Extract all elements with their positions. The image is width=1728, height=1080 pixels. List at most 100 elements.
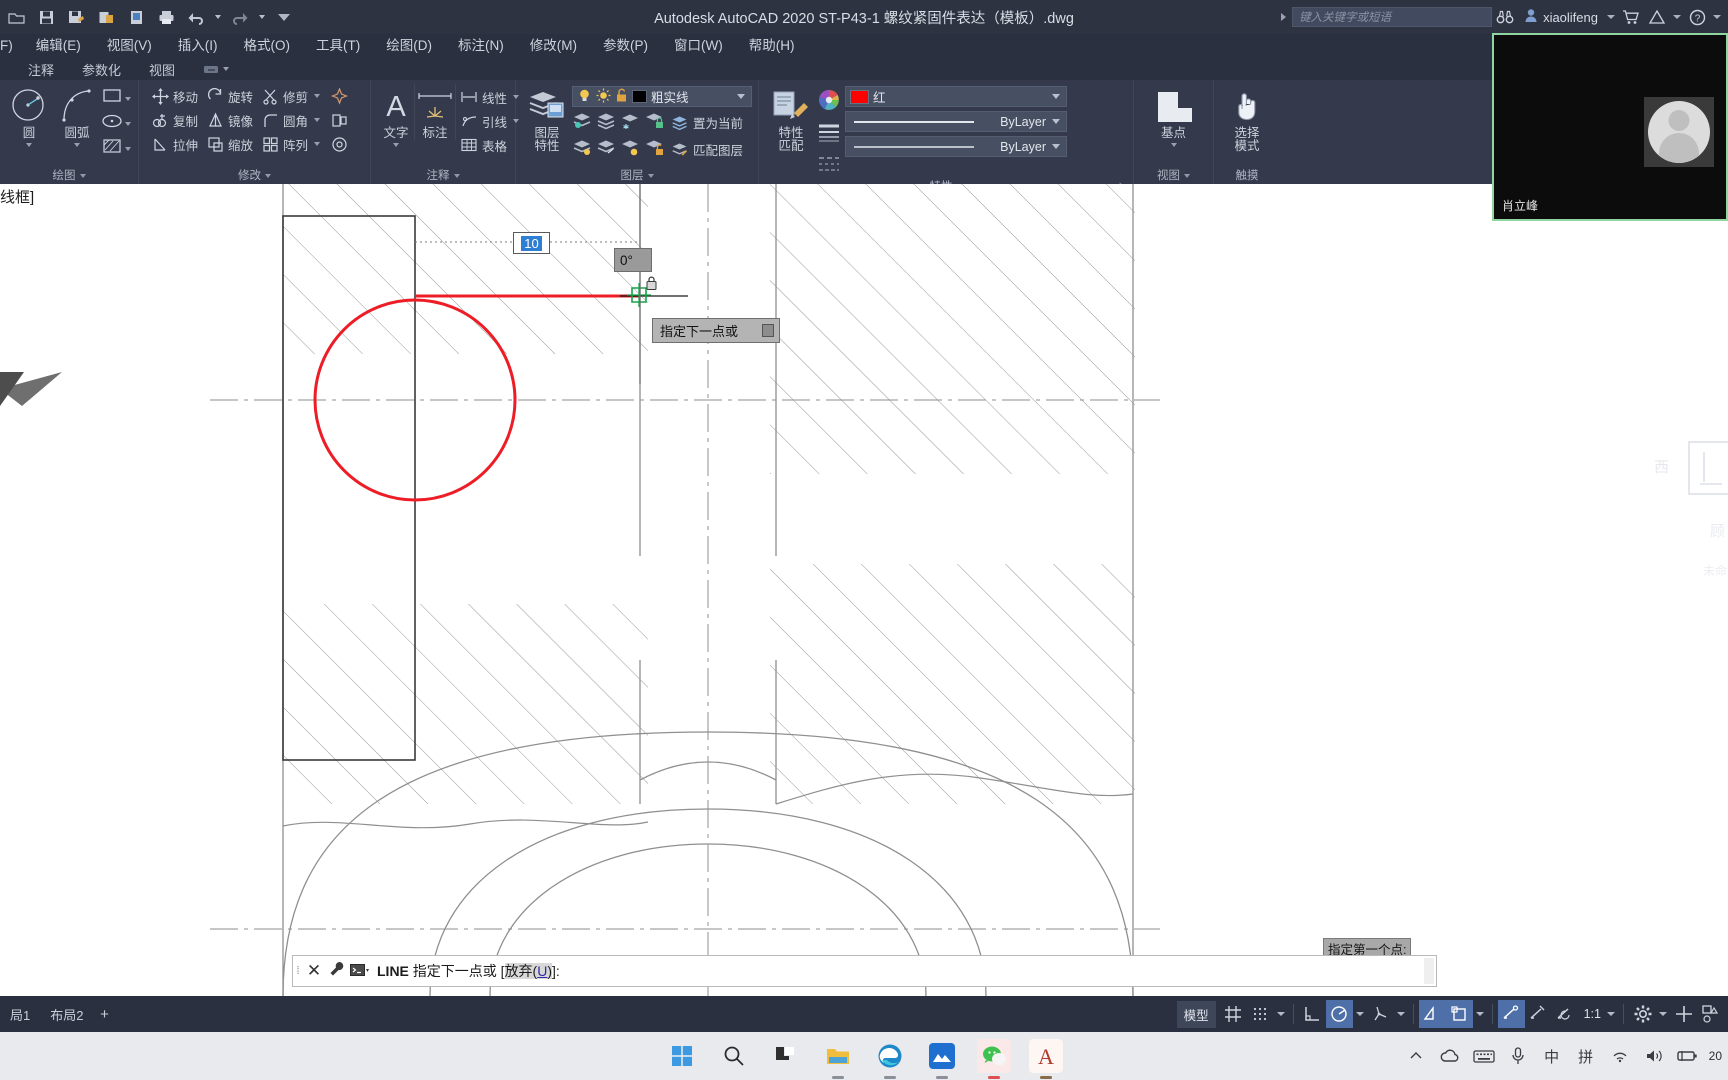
linewidth-icon[interactable] [817, 123, 841, 148]
customization-icon[interactable] [1697, 1000, 1724, 1028]
sun-icon[interactable] [596, 88, 611, 106]
mountain-icon[interactable] [925, 1039, 959, 1079]
snap-dropdown-caret[interactable] [1274, 1000, 1288, 1028]
transparency-icon[interactable] [1525, 1000, 1552, 1028]
menu-item-edit[interactable]: 编辑(E) [23, 34, 94, 58]
offset-button[interactable] [326, 108, 352, 132]
speaker-icon[interactable] [1637, 1032, 1671, 1080]
osnap-icon[interactable] [1445, 1000, 1473, 1028]
close-icon[interactable]: ✕ [303, 961, 325, 981]
print-icon[interactable] [152, 3, 180, 31]
clock[interactable]: 20 [1705, 1049, 1722, 1063]
linetype-caret[interactable] [1052, 144, 1060, 149]
tab-home[interactable]: ​ [0, 62, 14, 77]
rectangle-dropdown-caret[interactable] [125, 96, 131, 101]
circle-button[interactable]: 圆 [5, 84, 53, 147]
annotation-scale[interactable]: 1:1 [1579, 1007, 1604, 1021]
layout-tab-1[interactable]: 局1 [0, 1005, 40, 1024]
scale-button[interactable]: 缩放 [202, 132, 257, 156]
hatch-dropdown-caret[interactable] [125, 146, 131, 151]
text-dropdown-caret[interactable] [393, 143, 399, 147]
trim-button[interactable]: 修剪 [257, 84, 324, 108]
search-icon[interactable] [717, 1039, 751, 1073]
wifi-icon[interactable] [1603, 1032, 1637, 1080]
share-dropdown-caret[interactable] [1670, 0, 1684, 34]
command-prompt-icon[interactable] [349, 964, 371, 978]
layer-on-icon[interactable] [596, 138, 619, 161]
wechat-icon[interactable] [977, 1039, 1011, 1079]
binoculars-icon[interactable] [1492, 0, 1518, 34]
command-line-scrollbar[interactable] [1424, 958, 1434, 984]
plot-preview-icon[interactable] [122, 3, 150, 31]
expand-search-arrow[interactable] [1274, 0, 1292, 34]
settings-dropdown-caret[interactable] [1656, 1000, 1670, 1028]
panel-label-draw[interactable]: 绘图 [0, 168, 138, 184]
edge-icon[interactable] [873, 1039, 907, 1079]
help-icon[interactable]: ? [1684, 0, 1710, 34]
text-button[interactable]: A 文字 [378, 84, 414, 147]
panel-label-touch[interactable]: 触摸 [1214, 168, 1280, 184]
menu-item-modify[interactable]: 修改(M) [517, 34, 590, 58]
redo-icon[interactable] [226, 3, 254, 31]
tab-view[interactable]: 视图 [135, 60, 189, 79]
current-layer-combo[interactable]: 粗实线 [572, 86, 752, 107]
linear-dim-button[interactable]: 线性 [456, 85, 523, 109]
save-icon[interactable] [32, 3, 60, 31]
share-icon[interactable] [1644, 0, 1670, 34]
wrench-icon[interactable] [325, 961, 349, 981]
cloud-icon[interactable] [1433, 1032, 1467, 1080]
folder-icon[interactable] [821, 1039, 855, 1079]
menu-item-help[interactable]: 帮助(H) [736, 34, 808, 58]
panel-label-modify[interactable]: 修改 [139, 168, 370, 184]
windows-icon[interactable] [665, 1039, 699, 1073]
match-layer-button[interactable]: 匹配图层 [668, 137, 747, 161]
layer-lock-icon[interactable] [644, 111, 667, 134]
pinyin-icon[interactable]: 拼 [1569, 1032, 1603, 1080]
command-line[interactable]: ⁞ ✕ LINE 指定下一点或 [放弃(U)]: [292, 955, 1437, 987]
plus-icon[interactable]: + [93, 1003, 115, 1025]
match-properties-button[interactable]: 特性 匹配 [767, 84, 815, 153]
menu-item-tools[interactable]: 工具(T) [303, 34, 373, 58]
snap-icon[interactable] [1247, 1000, 1274, 1028]
selection-cycle-icon[interactable] [1552, 1000, 1579, 1028]
polar-icon[interactable] [1325, 1000, 1353, 1028]
keyboard-icon[interactable] [1467, 1032, 1501, 1080]
mic-icon[interactable] [1501, 1032, 1535, 1080]
stretch-button[interactable]: 拉伸 [147, 132, 202, 156]
linewidth-caret[interactable] [1052, 119, 1060, 124]
linetype-icon[interactable] [817, 154, 841, 179]
dimension-button[interactable]: 标注 [414, 84, 456, 140]
explode-button[interactable] [326, 84, 352, 108]
tab-parametric[interactable]: 参数化 [68, 60, 135, 79]
layout-tab-2[interactable]: 布局2 [40, 1005, 93, 1024]
cart-icon[interactable] [1618, 0, 1644, 34]
linewidth-combo[interactable]: ByLayer [845, 111, 1067, 132]
rotate-button[interactable]: 旋转 [202, 84, 257, 108]
dynamic-input-length[interactable]: 10 [513, 232, 550, 254]
arc-button[interactable]: 圆弧 [53, 84, 101, 147]
redo-dropdown-caret[interactable] [256, 3, 268, 31]
unlock-icon[interactable] [615, 88, 628, 106]
menu-item-window[interactable]: 窗口(W) [661, 34, 736, 58]
panel-label-layer[interactable]: 图层 [516, 168, 758, 184]
polar-dropdown-caret[interactable] [1353, 1000, 1367, 1028]
layer-unisolate-icon[interactable] [572, 138, 595, 161]
fillet-dropdown-caret[interactable] [314, 118, 321, 122]
battery-icon[interactable] [1671, 1032, 1705, 1080]
layer-properties-button[interactable]: 图层 特性 [522, 84, 572, 153]
panel-label-annotation[interactable]: 注释 [371, 168, 515, 184]
model-space-button[interactable]: 模型 [1176, 1000, 1216, 1028]
save-as-icon[interactable] [62, 3, 90, 31]
annotation-scale-caret[interactable] [1604, 1000, 1618, 1028]
menu-item-file[interactable]: F) [0, 34, 23, 58]
ribbon-panel-dropdown[interactable] [203, 63, 230, 75]
menu-item-format[interactable]: 格式(O) [231, 34, 304, 58]
rectangle-icon[interactable] [101, 87, 123, 110]
customize-icon[interactable] [270, 3, 298, 31]
fullscreen-icon[interactable] [1670, 1000, 1697, 1028]
tab-annotate[interactable]: 注释 [14, 60, 68, 79]
task-view-icon[interactable] [769, 1039, 803, 1073]
autocad-icon[interactable]: A [1029, 1039, 1063, 1079]
osnap-dropdown-caret[interactable] [1473, 1000, 1487, 1028]
panel-label-view[interactable]: 视图 [1134, 168, 1213, 184]
